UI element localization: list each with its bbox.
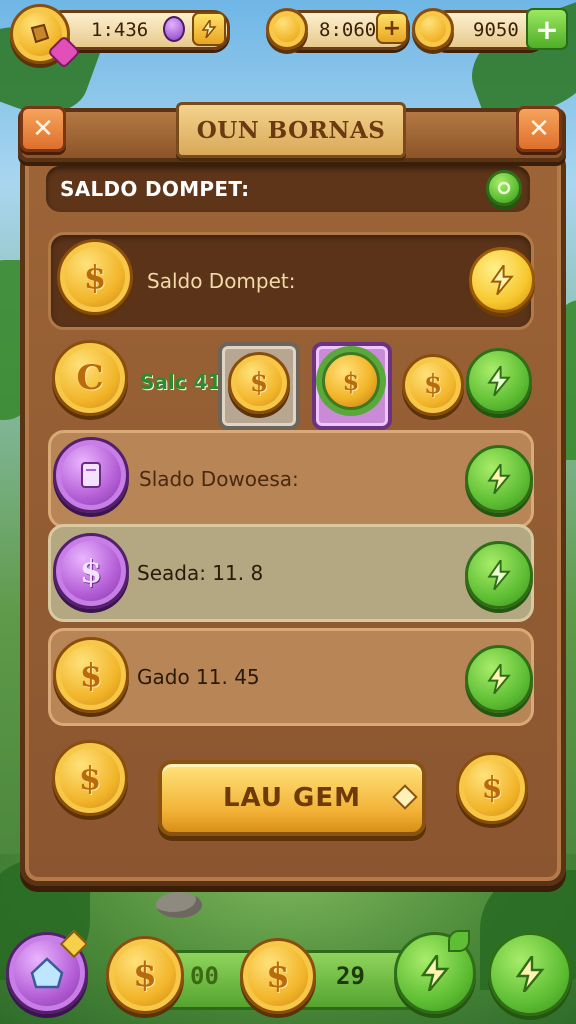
close-button-right[interactable]: ✕ (516, 106, 562, 152)
gold-coin-icon (266, 8, 308, 50)
list-item: $ Seada: 11. 8 (48, 524, 534, 622)
purple-gem-icon (163, 16, 185, 42)
lightning-bolt-icon[interactable] (466, 348, 532, 414)
row-label: Saldo Dompet: (147, 269, 296, 293)
gold-coin-icon: $ (52, 740, 128, 816)
lightning-bolt-icon[interactable] (465, 541, 533, 609)
lightning-bolt-icon[interactable] (465, 645, 533, 713)
gem-icon (392, 784, 418, 810)
row-label: Gado 11. 45 (137, 665, 260, 689)
hud-center-value: 8:060 (319, 19, 377, 41)
gold-coin-icon: $ (322, 352, 380, 410)
bottom-right-value: 29 (336, 962, 365, 990)
claim-gem-button[interactable]: LAU GEM (158, 760, 426, 836)
purple-card-coin-icon (53, 437, 129, 513)
wallet-header: SALDO DOMPET: (46, 166, 530, 212)
gold-coin-icon: $ (106, 936, 184, 1014)
lightning-bolt-icon[interactable] (469, 247, 535, 313)
gold-coin-icon: $ (402, 354, 464, 416)
gold-coin-icon: $ (240, 938, 316, 1014)
hud-right-plus-button[interactable]: + (526, 8, 568, 50)
gem-icon[interactable] (486, 170, 522, 206)
list-item: $ Saldo Dompet: (48, 232, 535, 330)
close-button-left[interactable]: ✕ (20, 106, 66, 152)
gold-coin-icon: $ (228, 352, 290, 414)
gold-coin-icon: $ (53, 637, 129, 713)
hud-center-plus-button[interactable]: + (376, 12, 408, 44)
row-label: Slado Dowoesa: (139, 467, 299, 491)
row-label: Seada: 11. 8 (137, 561, 264, 585)
lightning-bolt-icon[interactable] (488, 932, 572, 1016)
purple-coin-icon: $ (53, 533, 129, 609)
claim-gem-label: LAU GEM (222, 783, 362, 813)
list-item: Slado Dowoesa: (48, 430, 534, 528)
gold-coin-icon: $ (456, 752, 528, 824)
gold-coin-icon (412, 8, 454, 50)
hud-right-value: 9050 (473, 19, 519, 41)
panel-title: OUN BORNAS (176, 102, 406, 158)
gold-coin-icon: $ (57, 239, 133, 315)
lightning-bolt-icon[interactable] (465, 445, 533, 513)
hud-left-bolt-button[interactable] (192, 12, 226, 46)
row-label: Salc 41 (140, 370, 222, 394)
list-item: C Salc 41 $ $ $ (48, 334, 532, 430)
wallet-label: SALDO DOMPET: (60, 177, 250, 201)
gold-coin-icon: C (52, 340, 128, 416)
bottom-left-value: 00 (190, 962, 219, 990)
list-item: $ Gado 11. 45 (48, 628, 534, 726)
green-leaf-icon (448, 930, 470, 952)
hud-left-value: 1:436 (91, 19, 149, 41)
